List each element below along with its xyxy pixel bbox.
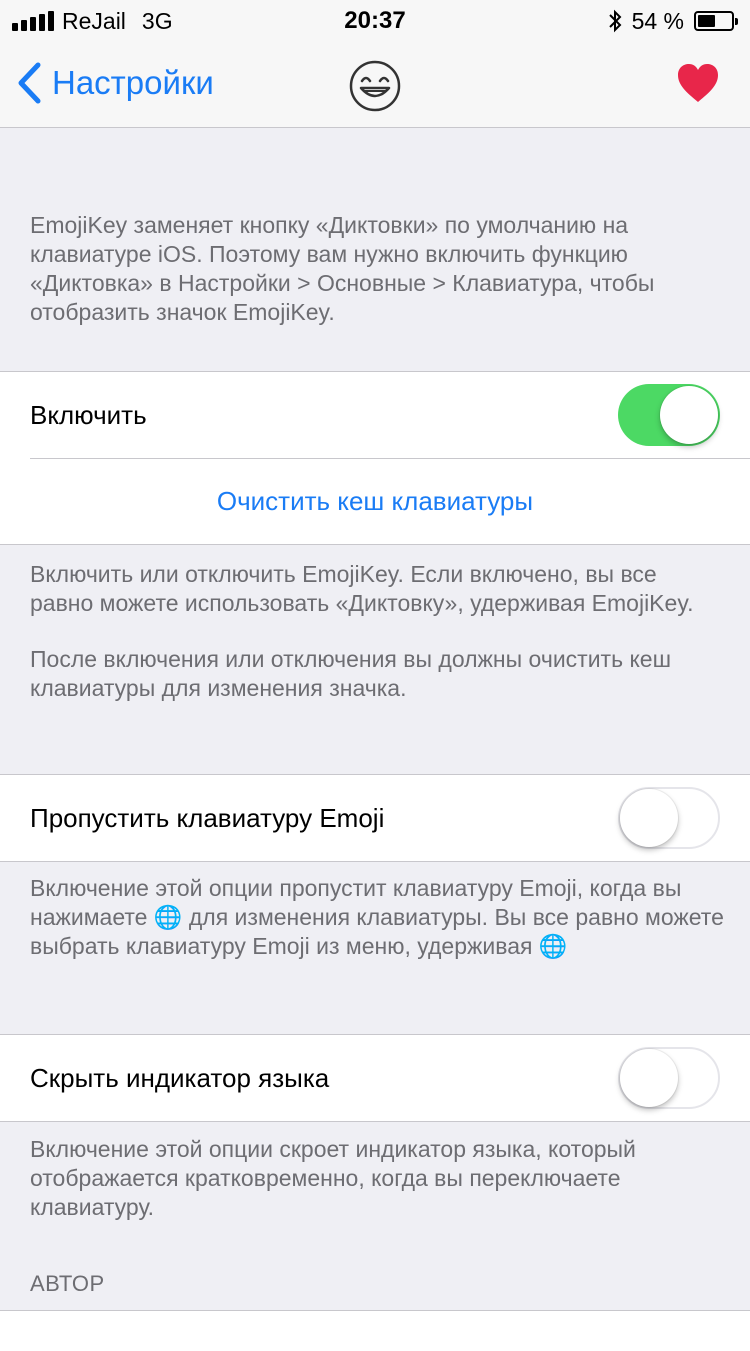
battery-level <box>698 15 715 27</box>
skip-emoji-cell: Пропустить клавиатуру Emoji <box>0 775 750 861</box>
back-label: Настройки <box>52 64 214 101</box>
hide-indicator-cell: Скрыть индикатор языка <box>0 1035 750 1121</box>
author-group <box>0 1310 750 1351</box>
hide-indicator-label: Скрыть индикатор языка <box>30 1062 330 1093</box>
toggle-knob <box>620 1049 678 1107</box>
status-right: 54 % <box>608 7 738 34</box>
grinning-face-icon <box>349 60 401 112</box>
enable-cell: Включить <box>0 372 750 458</box>
status-bar: ReJail 3G 20:37 54 % <box>0 0 750 40</box>
hide-indicator-toggle[interactable] <box>618 1047 720 1109</box>
clear-cache-label: Очистить кеш клавиатуры <box>216 485 534 516</box>
skip-emoji-toggle[interactable] <box>618 787 720 849</box>
bluetooth-icon <box>608 9 621 33</box>
skip-emoji-label: Пропустить клавиатуру Emoji <box>30 802 385 833</box>
hide-indicator-footer: Включение этой опции скроет индикатор яз… <box>30 1136 636 1220</box>
toggle-knob <box>660 386 718 444</box>
enable-group: Включить Очистить кеш клавиатуры <box>0 371 750 545</box>
globe-icon: 🌐 <box>538 933 568 959</box>
battery-percent: 54 % <box>631 7 684 34</box>
intro-description: EmojiKey заменяет кнопку «Диктовки» по у… <box>30 212 655 325</box>
enable-label: Включить <box>30 399 147 430</box>
back-button[interactable]: Настройки <box>16 62 214 104</box>
clear-cache-button[interactable]: Очистить кеш клавиатуры <box>0 458 750 544</box>
hide-indicator-group: Скрыть индикатор языка <box>0 1034 750 1122</box>
author-section-header: АВТОР <box>30 1271 105 1296</box>
enable-footer-p2: После включения или отключения вы должны… <box>30 646 672 701</box>
toggle-knob <box>620 789 678 847</box>
battery-icon <box>694 11 738 31</box>
globe-icon: 🌐 <box>153 904 183 930</box>
heart-icon[interactable] <box>676 62 720 106</box>
skip-emoji-group: Пропустить клавиатуру Emoji <box>0 774 750 862</box>
chevron-left-icon <box>18 62 41 104</box>
navigation-bar: Настройки <box>0 40 750 128</box>
skip-emoji-footer: Включение этой опции пропустит клавиатур… <box>30 874 724 961</box>
enable-footer-p1: Включить или отключить EmojiKey. Если вк… <box>30 561 694 616</box>
enable-footer: Включить или отключить EmojiKey. Если вк… <box>30 560 724 703</box>
enable-toggle[interactable] <box>618 384 720 446</box>
